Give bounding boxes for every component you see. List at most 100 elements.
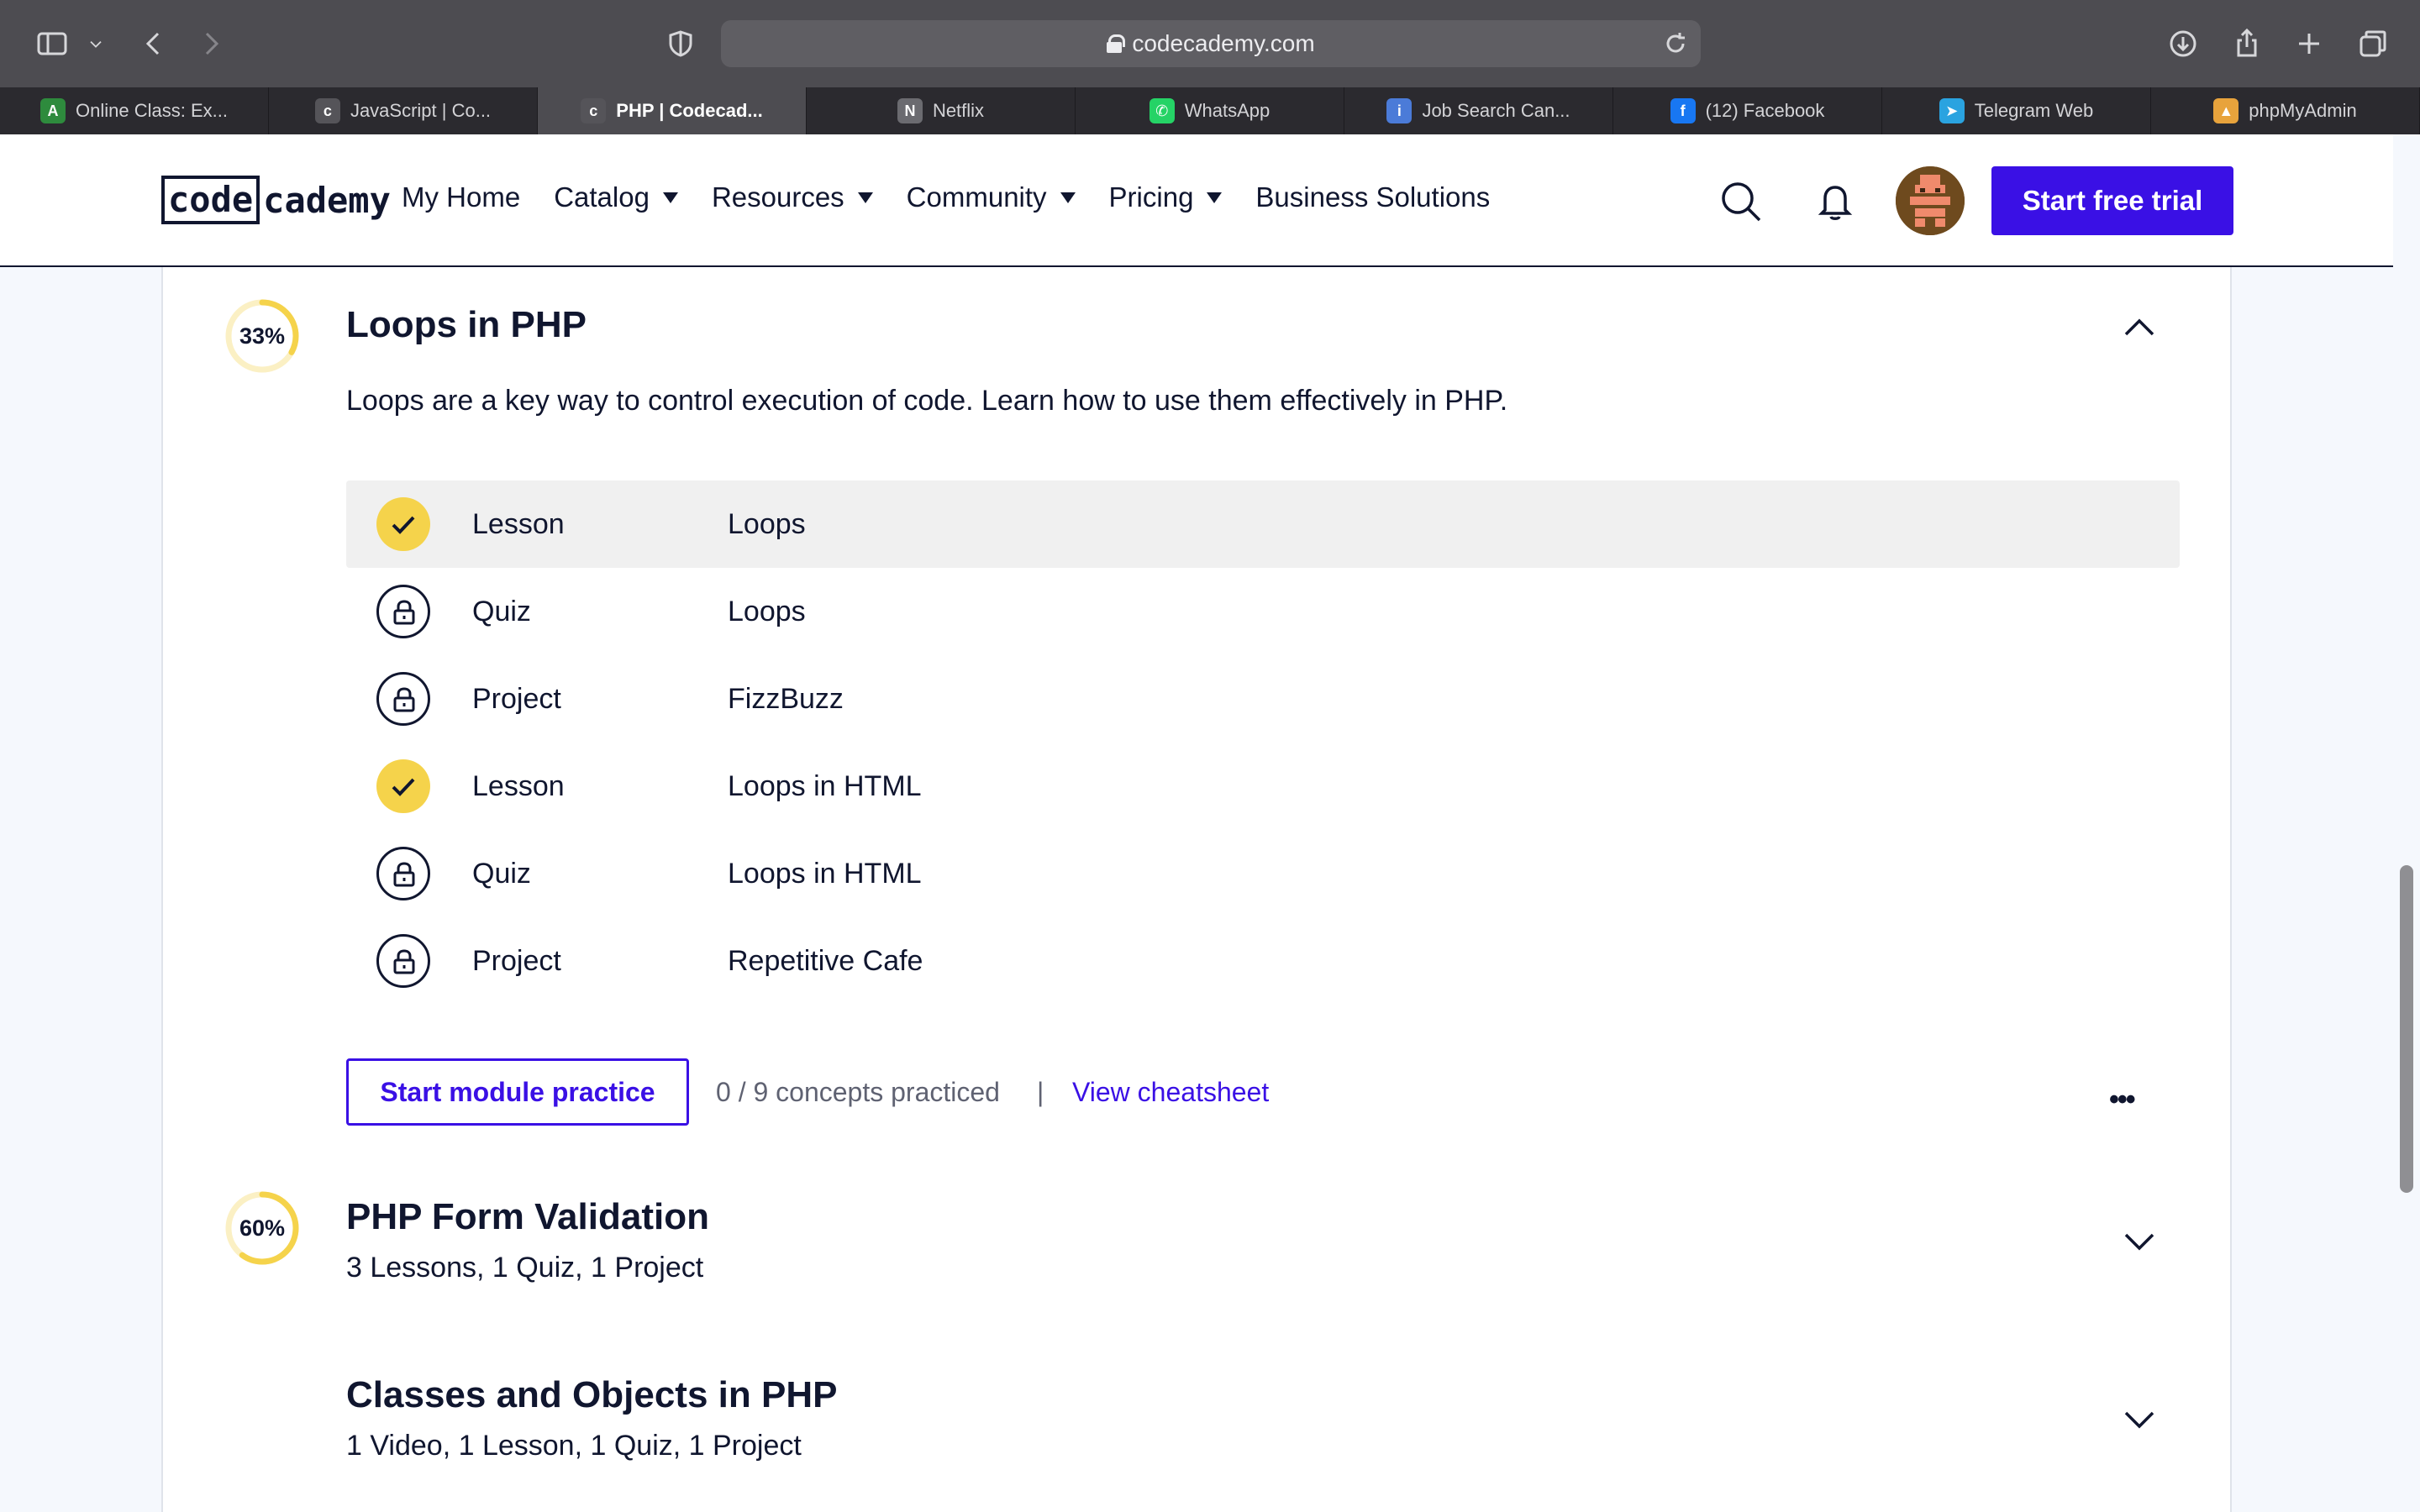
browser-tab[interactable]: f (12) Facebook	[1613, 87, 1882, 134]
caret-down-icon	[662, 192, 678, 203]
nav-item[interactable]: Pricing	[1109, 181, 1223, 213]
tab-favicon-icon: ➤	[1939, 98, 1965, 123]
shield-icon[interactable]	[660, 24, 701, 64]
nav-item[interactable]: Business Solutions	[1255, 181, 1490, 213]
lock-icon	[376, 672, 430, 726]
tab-label: JavaScript | Co...	[350, 100, 492, 121]
caret-down-icon	[857, 192, 873, 203]
nav-item[interactable]: Community	[907, 181, 1076, 213]
address-bar[interactable]: codecademy.com	[721, 20, 1701, 67]
lock-icon	[376, 847, 430, 900]
tab-favicon-icon: f	[1670, 98, 1696, 123]
nav-item-label: Catalog	[554, 181, 650, 213]
progress-percent: 60%	[239, 1215, 286, 1241]
module-summary: 3 Lessons, 1 Quiz, 1 Project	[346, 1252, 704, 1284]
item-type: Project	[472, 682, 561, 715]
bell-icon[interactable]	[1810, 176, 1860, 227]
tab-favicon-icon: c	[581, 98, 607, 123]
search-icon[interactable]	[1716, 176, 1766, 227]
caret-down-icon	[1060, 192, 1076, 203]
tab-label: Telegram Web	[1974, 100, 2094, 121]
chevron-down-icon[interactable]	[2121, 1408, 2158, 1433]
module-item-row[interactable]: Lesson Loops in HTML	[346, 743, 2180, 830]
main-nav: My Home Catalog Resources Community Pricing B…	[402, 181, 1490, 213]
chevron-down-icon[interactable]	[79, 24, 113, 64]
tab-label: Job Search Can...	[1422, 100, 1570, 121]
browser-tab[interactable]: c JavaScript | Co...	[269, 87, 538, 134]
tab-favicon-icon: i	[1386, 98, 1413, 123]
chevron-down-icon[interactable]	[2121, 1230, 2158, 1255]
tab-favicon-icon: c	[314, 98, 340, 123]
sidebar-toggle-icon[interactable]	[32, 24, 72, 64]
item-type: Project	[472, 944, 561, 977]
more-options-icon[interactable]: •••	[2109, 1084, 2136, 1116]
start-module-practice-button[interactable]: Start module practice	[346, 1058, 689, 1126]
logo-rest-text: cademy	[263, 179, 391, 221]
new-tab-icon[interactable]	[2289, 24, 2329, 64]
url-text: codecademy.com	[1132, 30, 1315, 56]
tab-label: Netflix	[932, 100, 985, 121]
caret-down-icon	[1207, 192, 1223, 203]
browser-tab[interactable]: i Job Search Can...	[1344, 87, 1613, 134]
view-cheatsheet-link[interactable]: View cheatsheet	[1072, 1077, 1269, 1108]
reload-icon[interactable]	[1662, 30, 1689, 57]
browser-tab[interactable]: ▲ phpMyAdmin	[2151, 87, 2420, 134]
module-item-row[interactable]: Project Repetitive Cafe	[346, 917, 2180, 1005]
item-name: Loops in HTML	[728, 769, 922, 802]
module-items-list: Lesson Loops Quiz Loops Project FizzBuzz Lesso…	[346, 480, 2180, 1005]
download-icon[interactable]	[2163, 24, 2203, 64]
checkmark-icon	[376, 497, 430, 551]
tab-label: phpMyAdmin	[2249, 100, 2357, 121]
nav-item-label: Pricing	[1108, 181, 1194, 213]
browser-tab[interactable]: c PHP | Codecad...	[538, 87, 807, 134]
avatar[interactable]	[1896, 166, 1965, 235]
module-summary: 1 Video, 1 Lesson, 1 Quiz, 1 Project	[346, 1430, 802, 1462]
progress-ring: 60%	[224, 1189, 301, 1267]
module-item-row[interactable]: Quiz Loops	[346, 568, 2180, 655]
browser-toolbar: codecademy.com	[0, 0, 2420, 87]
codecademy-logo[interactable]: code cademy	[161, 175, 391, 225]
module-title[interactable]: Loops in PHP	[346, 304, 587, 346]
tab-strip: A Online Class: Ex... c JavaScript | Co... c…	[0, 87, 2420, 134]
tab-label: Online Class: Ex...	[76, 100, 228, 121]
nav-item-label: Business Solutions	[1255, 181, 1491, 213]
nav-item-label: Community	[906, 181, 1047, 213]
start-free-trial-button[interactable]: Start free trial	[1991, 166, 2233, 235]
item-name: Repetitive Cafe	[728, 944, 923, 977]
item-name: Loops in HTML	[728, 857, 922, 890]
tab-overview-icon[interactable]	[2353, 24, 2393, 64]
browser-tab[interactable]: N Netflix	[807, 87, 1076, 134]
browser-tab[interactable]: A Online Class: Ex...	[0, 87, 269, 134]
forward-arrow-icon[interactable]	[192, 24, 232, 64]
module-item-row[interactable]: Quiz Loops in HTML	[346, 830, 2180, 917]
module-title[interactable]: Classes and Objects in PHP	[346, 1374, 837, 1416]
module-item-row[interactable]: Lesson Loops	[346, 480, 2180, 568]
lock-icon	[376, 934, 430, 988]
nav-item[interactable]: My Home	[402, 181, 520, 213]
item-name: Loops	[728, 507, 806, 540]
nav-item-label: Resources	[711, 181, 844, 213]
tab-label: WhatsApp	[1184, 100, 1270, 121]
tab-label: (12) Facebook	[1705, 100, 1825, 121]
browser-tab[interactable]: ➤ Telegram Web	[1882, 87, 2151, 134]
item-type: Quiz	[472, 857, 531, 890]
nav-item[interactable]: Resources	[712, 181, 873, 213]
item-name: Loops	[728, 595, 806, 627]
syllabus-card: 33% Loops in PHP Loops are a key way to …	[161, 267, 2232, 1512]
concepts-practiced-count: 0 / 9 concepts practiced	[716, 1077, 1000, 1107]
chevron-up-icon[interactable]	[2121, 314, 2158, 339]
page-scrollbar[interactable]	[2400, 865, 2413, 1193]
module-title[interactable]: PHP Form Validation	[346, 1196, 709, 1238]
checkmark-icon	[376, 759, 430, 813]
logo-box-text: code	[161, 176, 260, 224]
share-icon[interactable]	[2227, 24, 2267, 64]
back-arrow-icon[interactable]	[133, 24, 173, 64]
tab-favicon-icon: ▲	[2213, 98, 2239, 123]
nav-item[interactable]: Catalog	[554, 181, 678, 213]
browser-tab[interactable]: ✆ WhatsApp	[1076, 87, 1344, 134]
item-type: Lesson	[472, 507, 565, 540]
progress-percent: 33%	[239, 323, 286, 349]
progress-ring: 33%	[224, 297, 301, 375]
module-item-row[interactable]: Project FizzBuzz	[346, 655, 2180, 743]
item-name: FizzBuzz	[728, 682, 844, 715]
